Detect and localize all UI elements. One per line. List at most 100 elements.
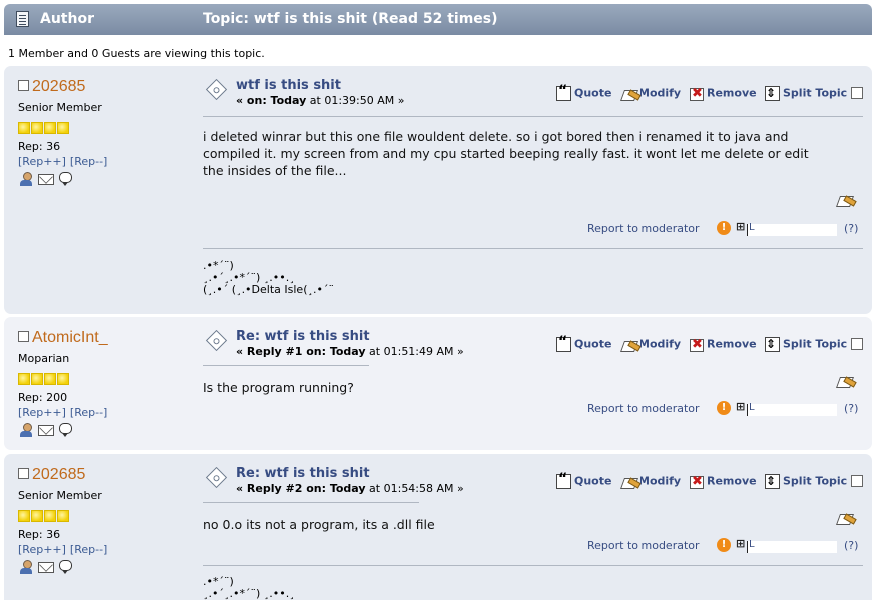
warning-icon: ! — [717, 401, 731, 415]
remove-button[interactable]: Remove — [689, 474, 757, 489]
ip-prefix: L — [749, 402, 755, 413]
title-divider — [203, 116, 863, 117]
modify-button[interactable]: Modify — [621, 86, 681, 101]
email-icon[interactable] — [38, 174, 54, 185]
report-to-moderator-link[interactable]: Report to moderator — [587, 222, 700, 235]
rep-minus-link[interactable]: [Rep--] — [70, 406, 107, 419]
document-icon — [16, 11, 29, 27]
remove-button[interactable]: Remove — [689, 86, 757, 101]
star-icon — [31, 510, 43, 522]
member-rank: Senior Member — [18, 101, 102, 114]
poster-info: 202685 Senior Member Rep: 36 [Rep++] [Rep… — [18, 78, 188, 188]
split-icon — [765, 86, 780, 101]
remove-button[interactable]: Remove — [689, 337, 757, 352]
post-icon — [205, 329, 228, 352]
modify-button[interactable]: Modify — [621, 474, 681, 489]
personal-message-icon[interactable] — [58, 423, 72, 437]
quote-button[interactable]: Quote — [556, 471, 612, 489]
rep-minus-link[interactable]: [Rep--] — [70, 543, 107, 556]
remove-icon — [689, 86, 704, 101]
post-subject-link[interactable]: Re: wtf is this shit — [236, 329, 370, 344]
signature: .•*´¨) ¸.•´¸.•*´¨) ¸.••.¸ (¸.•´ (¸.•Delt… — [203, 259, 334, 296]
split-label: Split Topic — [783, 86, 848, 100]
modify-label: Modify — [639, 86, 682, 100]
remove-icon — [689, 337, 704, 352]
rep-minus-link[interactable]: [Rep--] — [70, 155, 107, 168]
member-rank: Senior Member — [18, 489, 102, 502]
post-select-checkbox[interactable] — [18, 79, 29, 91]
rep-plus-link[interactable]: [Rep++] — [18, 155, 66, 168]
report-to-moderator-link[interactable]: Report to moderator — [587, 539, 700, 552]
ip-help-link[interactable]: (?) — [844, 222, 858, 235]
inline-select-checkbox[interactable] — [851, 475, 863, 487]
post-select-checkbox[interactable] — [18, 467, 29, 479]
star-icon — [44, 510, 56, 522]
email-icon[interactable] — [38, 562, 54, 573]
ip-address: L — [747, 222, 837, 236]
star-icon — [18, 510, 30, 522]
profile-icon[interactable] — [18, 560, 34, 574]
post-subject-link[interactable]: wtf is this shit — [236, 78, 341, 93]
split-topic-button[interactable]: Split Topic — [765, 86, 847, 101]
modify-inline-icon[interactable] — [837, 511, 853, 525]
personal-message-icon[interactable] — [58, 172, 72, 186]
email-icon[interactable] — [38, 425, 54, 436]
quote-button[interactable]: Quote — [556, 334, 611, 352]
star-icon — [18, 373, 30, 385]
rep-plus-link[interactable]: [Rep++] — [18, 543, 66, 556]
post-time: at 01:39:50 AM » — [306, 94, 405, 107]
modify-inline-icon[interactable] — [837, 374, 853, 388]
post-actions: Quote Modify Remove Split Topic — [543, 334, 863, 355]
modify-icon — [621, 474, 636, 489]
signature: .•*´¨) ¸.•´¸.•*´¨) ¸.••.¸ — [203, 575, 295, 600]
author-column-label: Author — [40, 11, 94, 27]
post-content: wtf is this shit « on: Today at 01:39:50… — [203, 78, 863, 314]
star-icon — [31, 373, 43, 385]
split-topic-button[interactable]: Split Topic — [765, 337, 847, 352]
quote-button[interactable]: Quote — [556, 83, 612, 101]
personal-message-icon[interactable] — [58, 560, 72, 574]
split-topic-button[interactable]: Split Topic — [765, 474, 847, 489]
remove-icon — [689, 474, 704, 489]
title-divider — [203, 502, 419, 503]
profile-icon[interactable] — [18, 423, 34, 437]
post-meta-prefix: « Reply #2 on: Today — [236, 482, 366, 495]
username-link[interactable]: 202685 — [32, 78, 85, 95]
title-divider — [203, 365, 369, 366]
rank-stars — [18, 373, 188, 385]
post-subject-link[interactable]: Re: wtf is this shit — [236, 466, 370, 481]
ip-address: L — [747, 402, 837, 416]
topic-title: Topic: wtf is this shit (Read 52 times) — [203, 11, 498, 27]
reputation: Rep: 200 — [18, 391, 68, 404]
inline-select-checkbox[interactable] — [851, 338, 863, 350]
quote-label: Quote — [574, 86, 612, 100]
quote-label: Quote — [574, 474, 612, 488]
ip-prefix: L — [749, 539, 755, 550]
username-link[interactable]: AtomicInt_ — [32, 329, 108, 346]
ip-help-link[interactable]: (?) — [844, 539, 858, 552]
ip-address: L — [747, 539, 837, 553]
remove-label: Remove — [707, 337, 757, 351]
profile-icon[interactable] — [18, 172, 34, 186]
split-label: Split Topic — [783, 337, 848, 351]
rank-stars — [18, 510, 188, 522]
post-time: at 01:51:49 AM » — [365, 345, 464, 358]
modify-inline-icon[interactable] — [837, 193, 853, 207]
report-row: Report to moderator ! ⊞ L (?) — [203, 400, 863, 418]
modify-button[interactable]: Modify — [621, 337, 681, 352]
inline-select-checkbox[interactable] — [851, 87, 863, 99]
star-icon — [57, 510, 69, 522]
username-link[interactable]: 202685 — [32, 466, 85, 483]
post-body: no 0.o its not a program, its a .dll fil… — [203, 517, 435, 532]
split-label: Split Topic — [783, 474, 848, 488]
post-icon — [205, 466, 228, 489]
post-select-checkbox[interactable] — [18, 330, 29, 342]
ip-help-link[interactable]: (?) — [844, 402, 858, 415]
post-meta-prefix: « on: Today — [236, 94, 307, 107]
post-1: 202685 Senior Member Rep: 36 [Rep++] [Rep… — [4, 66, 872, 314]
rep-plus-link[interactable]: [Rep++] — [18, 406, 66, 419]
viewing-status: 1 Member and 0 Guests are viewing this t… — [8, 47, 265, 60]
post-meta-prefix: « Reply #1 on: Today — [236, 345, 366, 358]
split-icon — [765, 474, 780, 489]
report-to-moderator-link[interactable]: Report to moderator — [587, 402, 700, 415]
